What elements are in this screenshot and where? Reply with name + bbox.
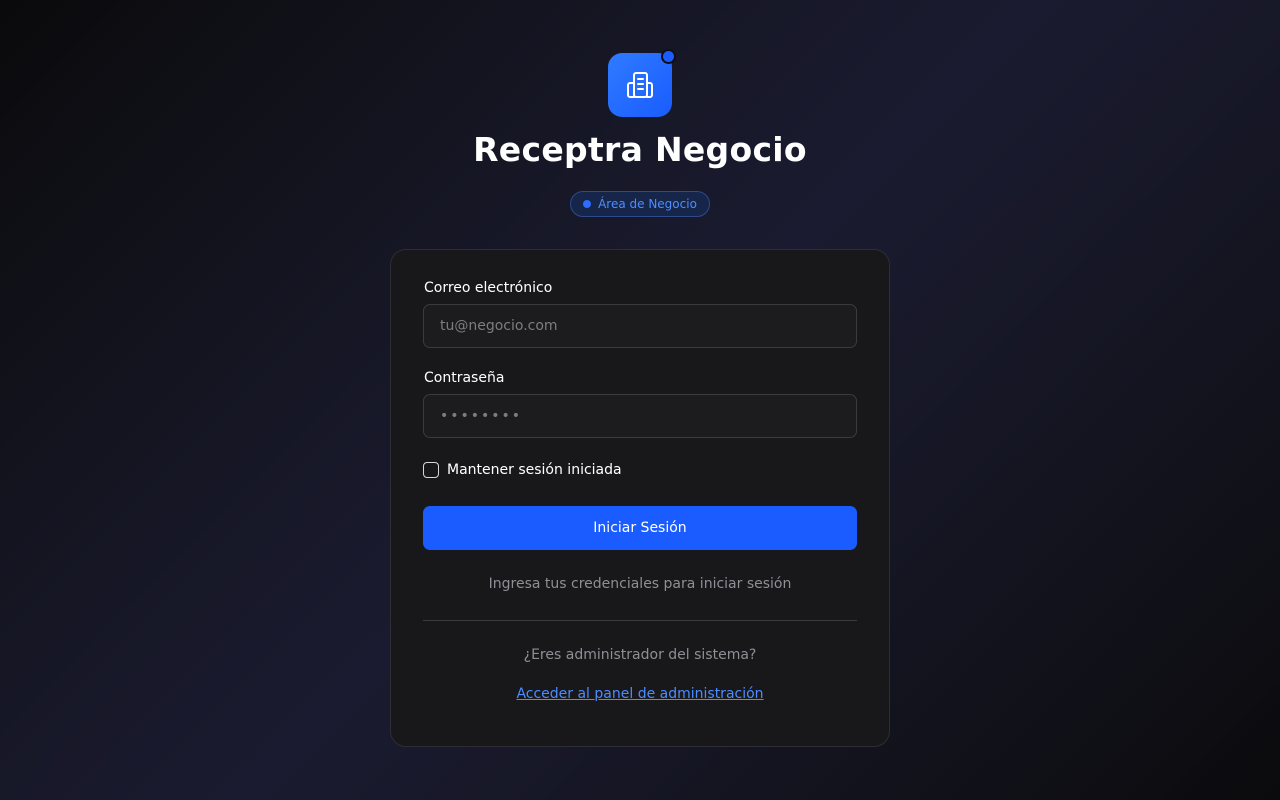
- login-card: Correo electrónico Contraseña Mantener s…: [390, 249, 890, 747]
- remember-me[interactable]: Mantener sesión iniciada: [423, 462, 622, 478]
- admin-link-wrap: Acceder al panel de administración: [391, 686, 889, 702]
- email-field[interactable]: [423, 304, 857, 348]
- admin-panel-link[interactable]: Acceder al panel de administración: [516, 686, 763, 702]
- login-hint: Ingresa tus credenciales para iniciar se…: [488, 576, 792, 592]
- badge-dot-icon: [583, 200, 592, 208]
- area-badge: Área de Negocio: [570, 191, 710, 217]
- logo-tile: [608, 53, 672, 117]
- admin-question: ¿Eres administrador del sistema?: [523, 647, 757, 663]
- divider: [423, 620, 857, 621]
- remember-label[interactable]: Mantener sesión iniciada: [447, 462, 622, 478]
- brand-logo: [608, 49, 676, 117]
- building-icon: [627, 72, 653, 98]
- notification-dot: [661, 49, 676, 64]
- login-button[interactable]: Iniciar Sesión: [423, 506, 857, 550]
- password-field[interactable]: [423, 394, 857, 438]
- password-label: Contraseña: [424, 370, 505, 386]
- page-title: Receptra Negocio: [473, 130, 807, 169]
- email-label: Correo electrónico: [424, 280, 553, 296]
- badge-label: Área de Negocio: [598, 197, 697, 211]
- remember-checkbox[interactable]: [423, 462, 439, 478]
